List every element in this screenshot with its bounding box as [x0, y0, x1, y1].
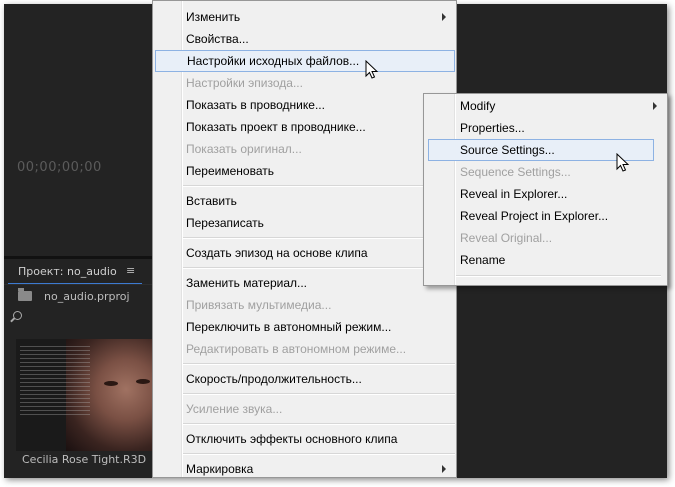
menu-item-speed-duration-ru[interactable]: Скорость/продолжительность...: [153, 368, 456, 390]
menu-separator: [183, 453, 455, 455]
menu-item-label: Переименовать: [186, 164, 274, 178]
menu-item-modify[interactable]: Modify: [424, 95, 667, 117]
menu-item-label: Свойства...: [186, 32, 249, 46]
thumbnail-overlay-text: [20, 345, 90, 415]
submenu-arrow-icon: [653, 102, 657, 110]
menu-item-reveal-explorer[interactable]: Reveal in Explorer...: [424, 183, 667, 205]
folder-icon: [18, 288, 32, 301]
menu-item-reveal-original-ru: Показать оригинал...: [153, 138, 456, 160]
submenu-arrow-icon: [442, 465, 446, 473]
menu-item-label: Properties...: [460, 121, 525, 135]
project-tab-label: Проект: no_audio: [18, 265, 117, 278]
menu-item-label: Rename: [460, 253, 506, 267]
menu-item-rename-ru[interactable]: Переименовать: [153, 160, 456, 182]
mouse-cursor-icon: [616, 153, 630, 172]
hamburger-icon[interactable]: ≡: [126, 264, 135, 277]
menu-item-label: Скорость/продолжительность...: [186, 372, 362, 386]
menu-item-label: Настройки эпизода...: [186, 76, 303, 90]
clip-thumbnail[interactable]: [16, 339, 156, 451]
menu-item-properties-ru[interactable]: Свойства...: [153, 28, 456, 50]
menu-item-audio-gain-ru: Усиление звука...: [153, 398, 456, 420]
menu-item-label: Настройки исходных файлов...: [187, 54, 360, 68]
menu-item-label: Изменить: [186, 10, 241, 24]
menu-separator: [456, 275, 661, 277]
menu-separator: [183, 237, 455, 239]
menu-separator: [183, 423, 455, 425]
menu-item-rename[interactable]: Rename: [424, 249, 667, 271]
menu-separator: [183, 185, 455, 187]
menu-item-label: Привязать мультимедиа...: [186, 298, 332, 312]
search-icon[interactable]: [10, 311, 22, 323]
menu-item-overwrite-ru[interactable]: Перезаписать: [153, 212, 456, 234]
menu-item-label: Перезаписать: [186, 216, 264, 230]
menu-item-make-offline-ru[interactable]: Переключить в автономный режим...: [153, 316, 456, 338]
menu-item-label: Reveal Original...: [460, 231, 553, 245]
menu-separator: [183, 363, 455, 365]
menu-item-properties[interactable]: Properties...: [424, 117, 667, 139]
menu-item-disable-masterclip-effects-ru[interactable]: Отключить эффекты основного клипа: [153, 428, 456, 450]
menu-item-link-media-ru: Привязать мультимедиа...: [153, 294, 456, 316]
menu-item-label: Вставить: [186, 194, 237, 208]
menu-item-label: Маркировка: [186, 462, 254, 476]
submenu-arrow-icon: [442, 13, 446, 21]
menu-item-label: Переключить в автономный режим...: [186, 320, 392, 334]
menu-item-label: Sequence Settings...: [460, 165, 571, 179]
menu-item-replace-footage-ru[interactable]: Заменить материал...: [153, 272, 456, 294]
menu-item-source-settings-ru[interactable]: Настройки исходных файлов...: [155, 50, 455, 72]
mouse-cursor-icon: [365, 60, 379, 79]
menu-item-reveal-explorer-ru[interactable]: Показать в проводнике...: [153, 94, 456, 116]
menu-item-label: Отключить эффекты основного клипа: [186, 432, 398, 446]
menu-item-label-ru[interactable]: Маркировка: [153, 458, 456, 480]
context-menu-english: Modify Properties... Source Settings... …: [423, 93, 668, 286]
context-menu-russian: Изменить Свойства... Настройки исходных …: [152, 0, 457, 478]
menu-item-label: Source Settings...: [460, 143, 555, 157]
menu-item-label: Показать проект в проводнике...: [186, 120, 366, 134]
project-file-name: no_audio.prproj: [44, 290, 130, 303]
menu-separator: [183, 267, 455, 269]
menu-item-label: Заменить материал...: [186, 276, 308, 290]
menu-item-label: Показать оригинал...: [186, 142, 302, 156]
menu-item-insert-ru[interactable]: Вставить: [153, 190, 456, 212]
menu-item-label: Усиление звука...: [186, 402, 283, 416]
menu-item-label: Создать эпизод на основе клипа: [186, 246, 368, 260]
menu-separator: [183, 393, 455, 395]
menu-item-reveal-project[interactable]: Reveal Project in Explorer...: [424, 205, 667, 227]
menu-item-modify-ru[interactable]: Изменить: [153, 6, 456, 28]
timecode-display: 00;00;00;00: [17, 160, 102, 175]
menu-item-label: Reveal Project in Explorer...: [460, 209, 609, 223]
menu-item-label: Редактировать в автономном режиме...: [186, 342, 407, 356]
thumbnail-detail: [136, 379, 150, 384]
menu-item-make-sequence-ru[interactable]: Создать эпизод на основе клипа: [153, 242, 456, 264]
menu-item-reveal-project-ru[interactable]: Показать проект в проводнике...: [153, 116, 456, 138]
project-tab[interactable]: Проект: no_audio ≡: [8, 259, 142, 285]
menu-item-reveal-original: Reveal Original...: [424, 227, 667, 249]
clip-name: Cecilia Rose Tight.R3D: [22, 453, 147, 466]
menu-item-sequence-settings-ru: Настройки эпизода...: [153, 72, 456, 94]
menu-item-label: Reveal in Explorer...: [460, 187, 568, 201]
thumbnail-detail: [104, 381, 118, 386]
menu-item-edit-offline-ru: Редактировать в автономном режиме...: [153, 338, 456, 360]
menu-item-label: Показать в проводнике...: [186, 98, 325, 112]
menu-item-sequence-settings: Sequence Settings...: [424, 161, 667, 183]
menu-item-label: Modify: [460, 99, 496, 113]
